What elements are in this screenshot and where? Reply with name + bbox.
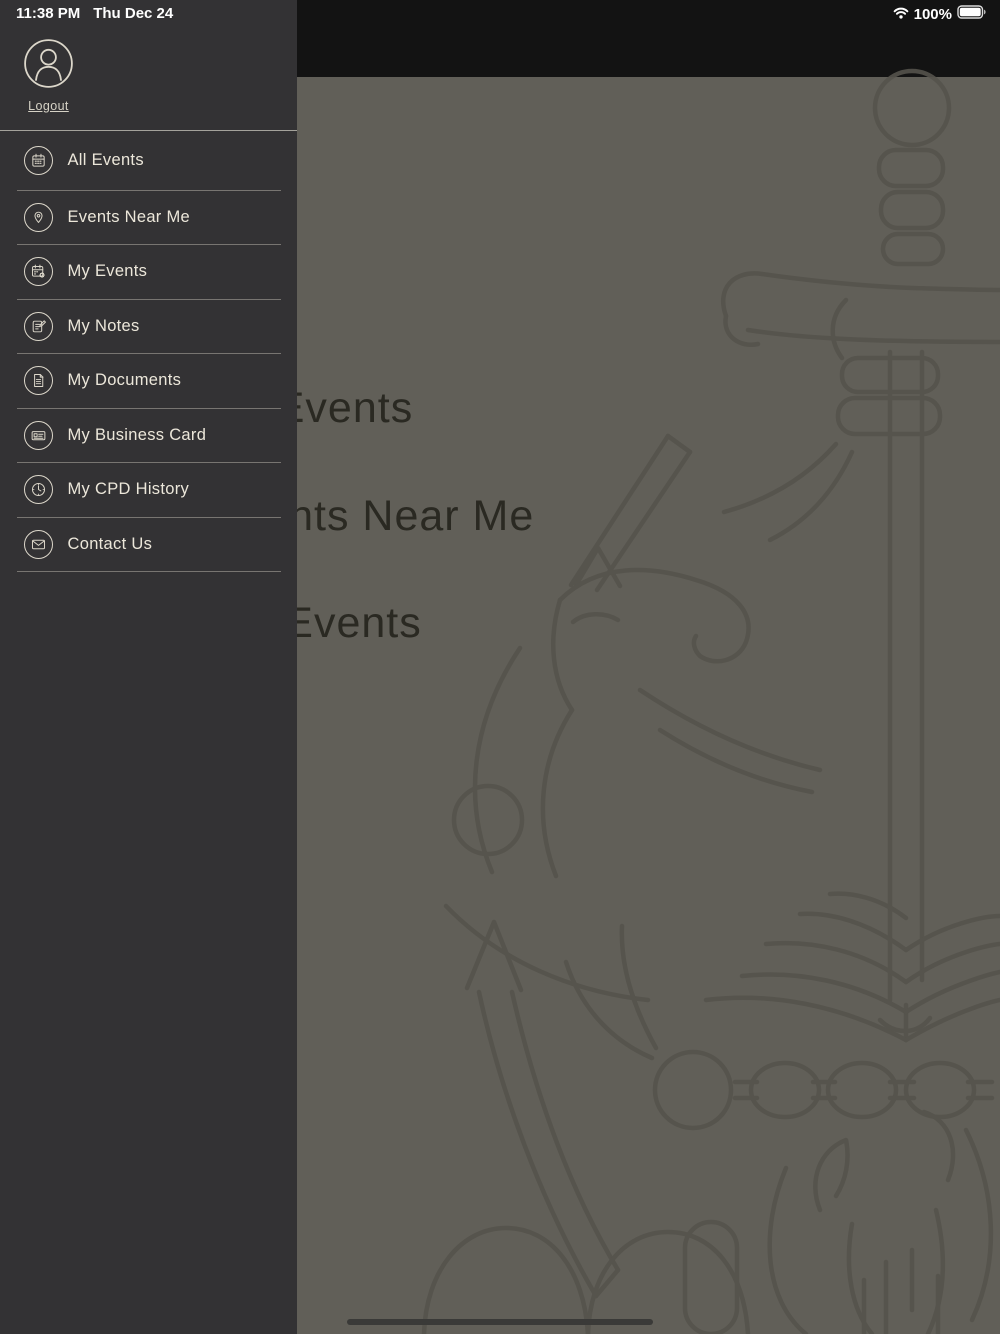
wifi-icon [893, 6, 909, 23]
sidebar-item-label: My Documents [68, 371, 182, 390]
map-pin-icon [24, 203, 53, 232]
sidebar-item-my-notes[interactable]: My Notes [17, 300, 281, 355]
sidebar-item-my-documents[interactable]: My Documents [17, 354, 281, 409]
sidebar-item-events-near-me[interactable]: Events Near Me [17, 191, 281, 246]
sidebar-item-contact-us[interactable]: Contact Us [17, 518, 281, 573]
sidebar-item-label: All Events [68, 151, 144, 170]
note-pencil-icon [24, 312, 53, 341]
sidebar-item-label: Events Near Me [68, 208, 191, 227]
sidebar-item-label: My Events [68, 262, 148, 281]
home-indicator[interactable] [347, 1319, 653, 1325]
app-screen: All Events Events Near Me My Events Logout… [0, 0, 1000, 1334]
status-indicators: 100% [893, 5, 987, 23]
sidebar-item-label: My Notes [68, 317, 140, 336]
sidebar-menu: All Events Events Near Me My Events My Note… [0, 132, 297, 572]
calendar-icon [24, 146, 53, 175]
battery-percent: 100% [914, 6, 952, 23]
status-time-date: 11:38 PM Thu Dec 24 [16, 5, 173, 22]
battery-icon [957, 5, 987, 23]
user-icon [24, 39, 73, 88]
sidebar-item-my-business-card[interactable]: My Business Card [17, 409, 281, 464]
sidebar-item-label: My CPD History [68, 480, 190, 499]
logout-link[interactable]: Logout [0, 99, 97, 113]
sidebar-item-all-events[interactable]: All Events [17, 132, 281, 191]
sidebar-item-my-cpd-history[interactable]: My CPD History [17, 463, 281, 518]
sidebar-item-label: Contact Us [68, 535, 153, 554]
sidebar-item-label: My Business Card [68, 426, 207, 445]
sidebar-drawer: Logout All Events Events Near Me My Events… [0, 0, 297, 1334]
status-date: Thu Dec 24 [93, 5, 173, 22]
mail-icon [24, 530, 53, 559]
status-bar: 11:38 PM Thu Dec 24 100% [0, 0, 1000, 26]
status-time: 11:38 PM [16, 5, 80, 22]
id-card-icon [24, 421, 53, 450]
clock-icon [24, 475, 53, 504]
sidebar-item-my-events[interactable]: My Events [17, 245, 281, 300]
calendar-gear-icon [24, 257, 53, 286]
document-icon [24, 366, 53, 395]
